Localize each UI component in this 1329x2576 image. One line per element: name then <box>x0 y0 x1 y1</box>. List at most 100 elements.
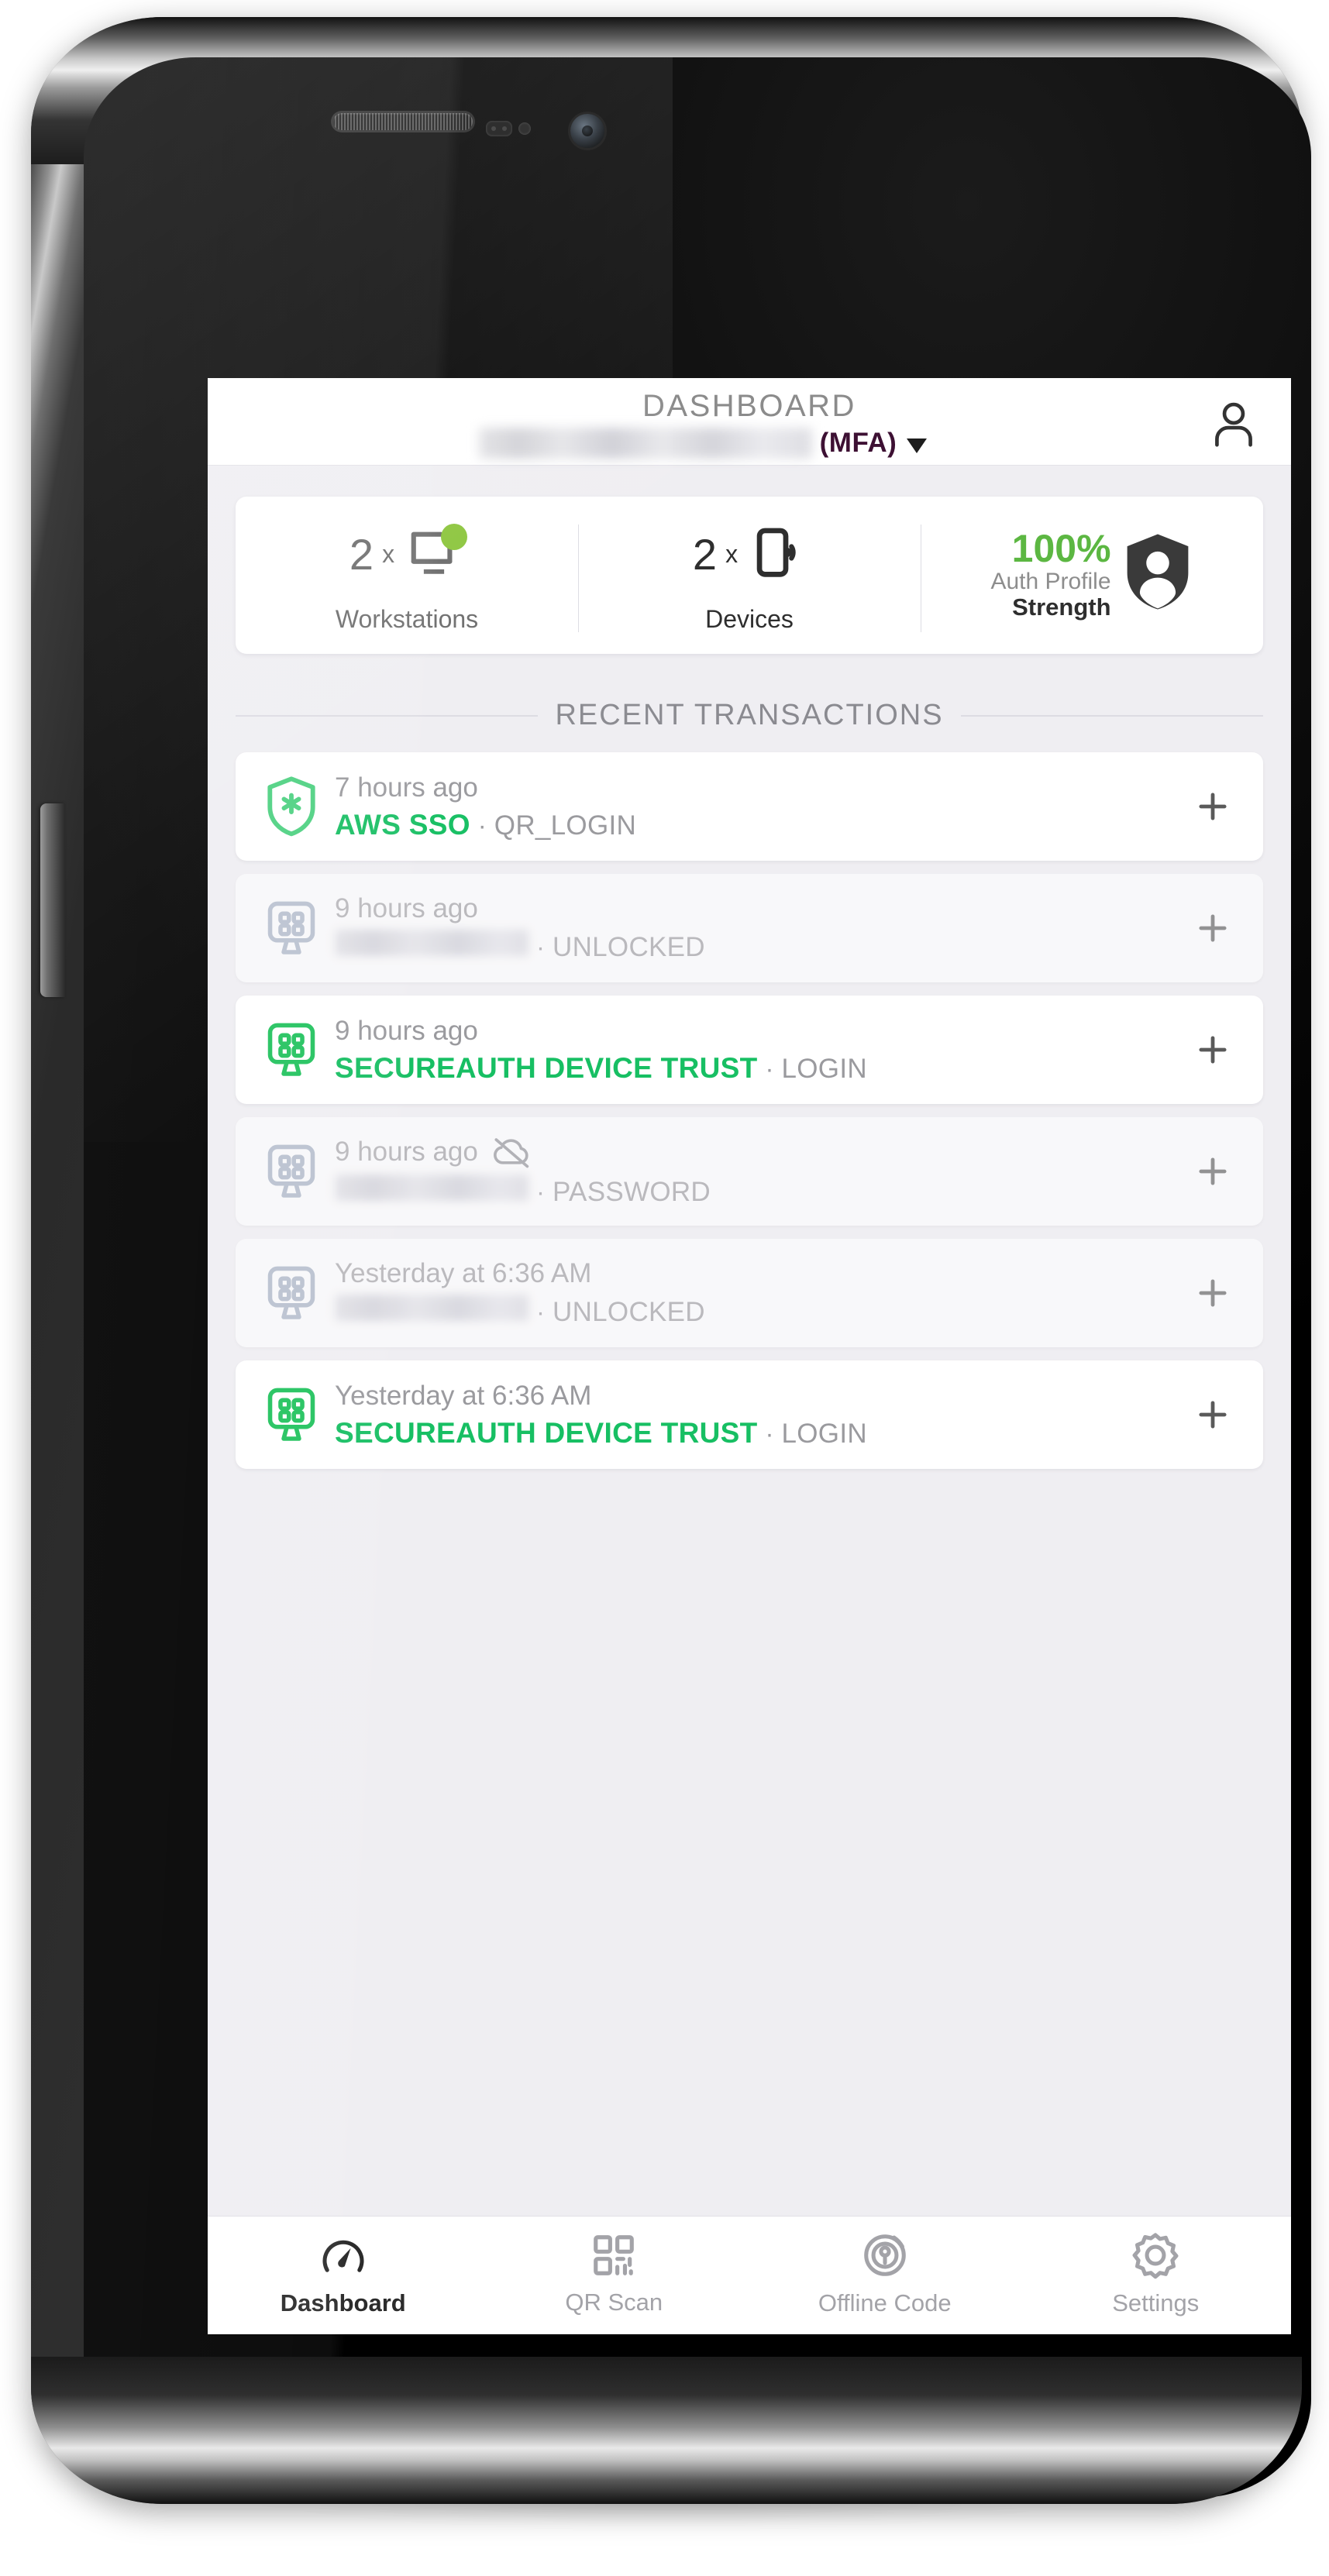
recent-transactions-heading: RECENT TRANSACTIONS <box>236 699 1264 732</box>
expand-transaction-button[interactable] <box>1186 1395 1240 1435</box>
devices-label: Devices <box>705 605 794 633</box>
expand-transaction-button[interactable] <box>1186 1273 1240 1313</box>
app-header: DASHBOARD (MFA) <box>208 378 1291 466</box>
transaction-time: 9 hours ago <box>335 1015 478 1046</box>
transaction-text: Yesterday at 6:36 AM · UNLOCKED <box>327 1258 1186 1328</box>
transaction-time-row: 9 hours ago <box>335 893 1186 924</box>
expand-transaction-button[interactable] <box>1186 1151 1240 1192</box>
stat-devices[interactable]: 2 x Devices <box>578 514 921 634</box>
transaction-row[interactable]: Yesterday at 6:36 AM SECUREAUTH DEVICE TR… <box>236 1360 1263 1469</box>
account-selector[interactable]: (MFA) <box>208 428 1291 459</box>
screen-scroll-body[interactable]: 2 x Workstations 2 x Devices 100% Auth P… <box>208 466 1291 2216</box>
transaction-time-row: 9 hours ago <box>335 1016 1186 1047</box>
bottom-navigation: Dashboard QR Scan Offline Code Settings <box>208 2216 1291 2334</box>
transaction-separator: · <box>477 810 487 840</box>
profile-button[interactable] <box>1204 395 1263 454</box>
earpiece-speaker-grille <box>333 113 473 130</box>
recent-transactions-title: RECENT TRANSACTIONS <box>555 699 944 731</box>
stat-devices-value: 2 x <box>693 514 806 594</box>
workstations-multiplier: x <box>382 539 395 568</box>
front-camera-icon <box>570 114 604 148</box>
gear-icon <box>1131 2230 1180 2280</box>
transaction-source: SECUREAUTH DEVICE TRUST <box>335 1051 758 1084</box>
transaction-time: Yesterday at 6:36 AM <box>335 1380 592 1411</box>
transaction-detail-row: AWS SSO · QR_LOGIN <box>335 809 1186 841</box>
page-title: DASHBOARD <box>642 389 856 423</box>
workstation-icon <box>256 1142 327 1201</box>
monitor-icon <box>404 523 468 583</box>
transaction-text: Yesterday at 6:36 AM SECUREAUTH DEVICE TR… <box>327 1381 1186 1450</box>
workstation-icon <box>256 899 327 958</box>
transaction-separator: · <box>765 1054 774 1083</box>
phone-screen-glass: DASHBOARD (MFA) 2 x Workstations 2 x Dev… <box>84 57 1311 2498</box>
transaction-text: 7 hours ago AWS SSO · QR_LOGIN <box>327 772 1186 841</box>
transaction-row[interactable]: 9 hours ago SECUREAUTH DEVICE TRUST · LOGIN <box>236 996 1263 1104</box>
expand-transaction-button[interactable] <box>1186 908 1240 948</box>
stat-auth-strength[interactable]: 100% Auth Profile Strength <box>921 514 1263 634</box>
nav-item-settings[interactable]: Settings <box>1021 2230 1292 2317</box>
transaction-time: 9 hours ago <box>335 1137 478 1167</box>
heading-rule-right <box>960 714 1264 717</box>
nav-item-label: Offline Code <box>818 2289 952 2316</box>
stat-workstations[interactable]: 2 x Workstations <box>236 514 578 634</box>
transaction-action: UNLOCKED <box>553 1297 705 1327</box>
shield-asterisk-icon <box>256 776 327 837</box>
auth-strength-percent: 100% <box>1011 526 1111 570</box>
workstations-label: Workstations <box>335 605 479 633</box>
transaction-detail-row: · PASSWORD <box>335 1175 1186 1208</box>
target-key-icon <box>860 2230 910 2280</box>
transaction-row[interactable]: 7 hours ago AWS SSO · QR_LOGIN <box>236 752 1263 861</box>
transaction-action: QR_LOGIN <box>494 810 637 841</box>
auth-strength-label-1: Auth Profile <box>990 568 1111 594</box>
transaction-time: Yesterday at 6:36 AM <box>335 1258 592 1288</box>
transaction-separator: · <box>536 1298 545 1326</box>
transaction-separator: · <box>536 1178 545 1206</box>
ambient-light-sensor-icon <box>518 122 531 135</box>
transaction-action: LOGIN <box>781 1053 867 1084</box>
transaction-separator: · <box>536 933 545 961</box>
account-name-redacted <box>478 428 812 459</box>
transaction-text: 9 hours ago · UNLOCKED <box>327 893 1186 963</box>
transaction-row[interactable]: 9 hours ago · PASSWORD <box>236 1117 1263 1226</box>
transaction-source-redacted <box>335 1295 529 1321</box>
nav-item-dashboard[interactable]: Dashboard <box>208 2230 479 2317</box>
phone-body: DASHBOARD (MFA) 2 x Workstations 2 x Dev… <box>31 17 1311 2504</box>
transaction-row[interactable]: 9 hours ago · UNLOCKED <box>236 874 1263 982</box>
transaction-list[interactable]: 7 hours ago AWS SSO · QR_LOGIN 9 hours ago · U… <box>236 752 1263 1469</box>
devices-multiplier: x <box>725 539 739 568</box>
expand-transaction-button[interactable] <box>1186 1030 1240 1070</box>
account-mfa-badge: (MFA) <box>819 428 897 458</box>
transaction-source-redacted <box>335 1175 529 1201</box>
cloud-off-icon <box>491 1135 534 1169</box>
transaction-text: 9 hours ago SECUREAUTH DEVICE TRUST · LOGIN <box>327 1016 1186 1085</box>
workstation-icon <box>256 1264 327 1322</box>
workstations-count: 2 <box>349 529 374 579</box>
speedometer-icon <box>318 2230 368 2280</box>
transaction-time-row: Yesterday at 6:36 AM <box>335 1381 1186 1412</box>
auth-strength-label-2: Strength <box>1012 593 1111 621</box>
transaction-time-row: 7 hours ago <box>335 772 1186 803</box>
transaction-time: 7 hours ago <box>335 772 478 803</box>
nav-item-qr-scan[interactable]: QR Scan <box>479 2231 750 2316</box>
transaction-action: PASSWORD <box>553 1177 711 1207</box>
chevron-down-icon[interactable] <box>907 438 928 453</box>
qr-code-icon <box>590 2231 638 2279</box>
transaction-time: 9 hours ago <box>335 893 478 923</box>
volume-button[interactable] <box>40 803 65 997</box>
nav-item-offline-code[interactable]: Offline Code <box>749 2230 1021 2317</box>
transaction-detail-row: · UNLOCKED <box>335 1295 1186 1328</box>
devices-count: 2 <box>692 529 717 579</box>
workstation-icon <box>256 1385 327 1444</box>
transaction-text: 9 hours ago · PASSWORD <box>327 1135 1186 1208</box>
person-icon <box>1215 402 1252 447</box>
proximity-sensor-icon <box>486 121 512 136</box>
transaction-time-row: 9 hours ago <box>335 1135 1186 1169</box>
transaction-detail-row: · UNLOCKED <box>335 930 1186 963</box>
transaction-source-redacted <box>335 930 529 956</box>
transaction-row[interactable]: Yesterday at 6:36 AM · UNLOCKED <box>236 1239 1263 1347</box>
expand-transaction-button[interactable] <box>1186 786 1240 827</box>
stats-card: 2 x Workstations 2 x Devices 100% Auth P… <box>236 497 1263 654</box>
transaction-detail-row: SECUREAUTH DEVICE TRUST · LOGIN <box>335 1417 1186 1450</box>
transaction-time-row: Yesterday at 6:36 AM <box>335 1258 1186 1289</box>
nav-item-label: QR Scan <box>565 2289 663 2316</box>
